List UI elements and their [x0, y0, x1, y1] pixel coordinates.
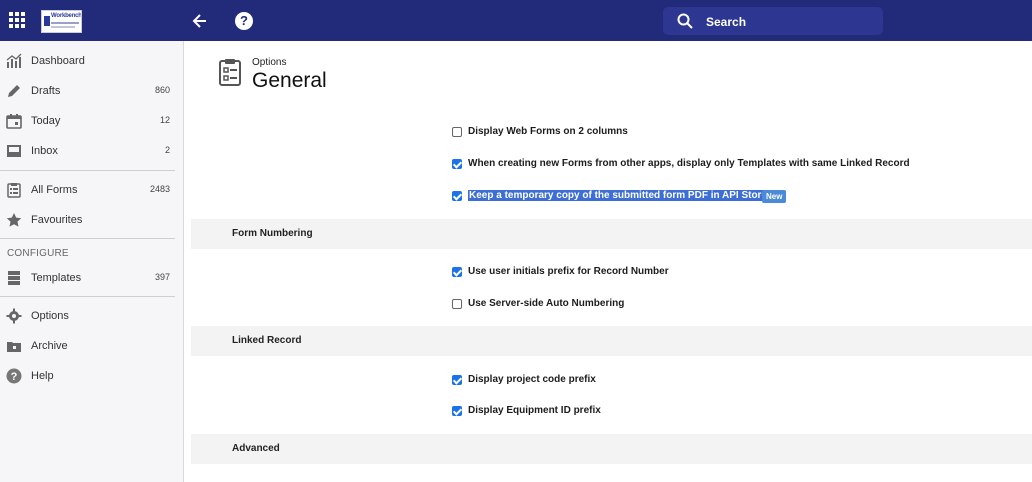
search-box[interactable]: Search	[663, 7, 883, 35]
sidebar-item-count: 397	[154, 272, 170, 282]
sidebar-item-favourites[interactable]: Favourites	[0, 208, 183, 234]
option-label: Keep a temporary copy of the submitted f…	[468, 190, 769, 201]
configure-section-title: CONFIGURE	[7, 248, 69, 259]
help-icon: ?	[6, 368, 22, 384]
new-badge: New	[762, 190, 787, 203]
sidebar-item-inbox[interactable]: Inbox 2	[0, 139, 183, 165]
calendar-icon	[6, 114, 22, 129]
sidebar-item-all-forms[interactable]: All Forms 2483	[0, 178, 183, 204]
checkbox[interactable]	[452, 406, 462, 416]
sidebar: Dashboard Drafts 860 Today 12 Inbox 2 Al…	[0, 41, 184, 482]
templates-icon	[8, 271, 20, 285]
help-icon[interactable]: ?	[235, 12, 253, 30]
sidebar-item-count: 860	[154, 85, 170, 95]
app-logo[interactable]: Workbench	[41, 10, 82, 33]
pencil-icon	[8, 85, 20, 97]
sidebar-item-label: Favourites	[31, 214, 83, 226]
sidebar-item-options[interactable]: Options	[0, 304, 183, 330]
top-bar: Workbench ? Search	[0, 0, 1032, 41]
section-title: Advanced	[232, 443, 280, 454]
back-arrow-icon[interactable]	[190, 11, 210, 31]
sidebar-item-count: 12	[159, 115, 170, 125]
gear-icon	[6, 308, 22, 324]
apps-grid-icon[interactable]	[9, 12, 25, 28]
option-label: Display Web Forms on 2 columns	[468, 126, 628, 137]
sidebar-item-label: Inbox	[31, 145, 58, 157]
page-title: General	[252, 69, 327, 92]
sidebar-item-templates[interactable]: Templates 397	[0, 266, 183, 292]
option-label: Display project code prefix	[468, 374, 596, 385]
archive-icon	[7, 342, 21, 352]
checkbox[interactable]	[452, 375, 462, 385]
sidebar-item-label: All Forms	[31, 184, 78, 196]
search-icon	[677, 13, 693, 29]
breadcrumb[interactable]: Options	[252, 57, 286, 68]
sidebar-item-help[interactable]: ? Help	[0, 364, 183, 390]
svg-text:?: ?	[11, 371, 18, 383]
option-label: Use user initials prefix for Record Numb…	[468, 266, 669, 277]
checkbox[interactable]	[452, 159, 462, 169]
sidebar-item-count: 2483	[149, 184, 170, 194]
section-linked-record: Linked Record	[191, 326, 1032, 356]
sidebar-item-label: Dashboard	[31, 55, 85, 67]
search-label: Search	[706, 15, 747, 29]
option-label: Use Server-side Auto Numbering	[468, 298, 625, 309]
sidebar-item-label: Drafts	[31, 85, 61, 97]
checkbox[interactable]	[452, 191, 462, 201]
sidebar-item-label: Today	[31, 115, 61, 127]
clipboard-icon	[7, 183, 21, 198]
clipboard-icon	[219, 59, 241, 86]
checkbox[interactable]	[452, 299, 462, 309]
chart-icon	[6, 53, 22, 68]
option-label: Display Equipment ID prefix	[468, 405, 601, 416]
checkbox[interactable]	[452, 267, 462, 277]
sidebar-item-label: Help	[31, 370, 54, 382]
sidebar-item-dashboard[interactable]: Dashboard	[0, 49, 183, 75]
checkbox[interactable]	[452, 127, 462, 137]
sidebar-item-drafts[interactable]: Drafts 860	[0, 79, 183, 105]
logo-text: Workbench	[51, 13, 82, 19]
sidebar-item-today[interactable]: Today 12	[0, 109, 183, 135]
section-title: Form Numbering	[232, 228, 313, 239]
option-label: When creating new Forms from other apps,…	[468, 158, 910, 169]
sidebar-item-archive[interactable]: Archive	[0, 334, 183, 360]
sidebar-item-label: Archive	[31, 340, 68, 352]
section-title: Linked Record	[232, 335, 302, 346]
sidebar-item-label: Templates	[31, 272, 82, 284]
inbox-icon	[7, 145, 21, 157]
sidebar-item-count: 2	[164, 145, 170, 155]
sidebar-item-label: Options	[31, 310, 69, 322]
star-icon	[6, 213, 22, 227]
section-form-numbering: Form Numbering	[191, 219, 1032, 249]
section-advanced: Advanced	[191, 434, 1032, 464]
